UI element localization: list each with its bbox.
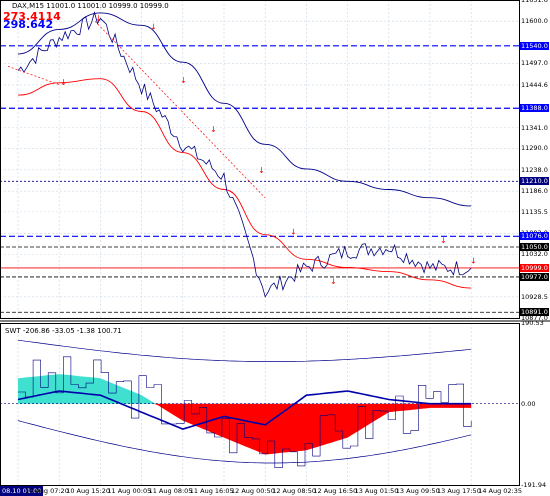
arrow-marker-2: ↓: [150, 22, 157, 31]
value-blue: 298.642: [3, 18, 54, 31]
indicator-axis-label: 190.53: [521, 319, 544, 327]
arrow-marker-7: ↓: [330, 277, 337, 286]
time-axis-label: 11 Aug 08:05: [148, 487, 193, 495]
price-axis-label: 11444.6: [521, 80, 548, 89]
price-axis-label: 11497.0: [521, 59, 548, 68]
time-axis-label: 12 Aug 08:50: [272, 487, 317, 495]
symbol-info: DAX,M15 11001.0 11001.0 10999.0 10999.0: [12, 2, 169, 10]
indicator-axis-label: 0.00: [521, 399, 536, 408]
price-axis-label: 11388.0: [520, 104, 549, 113]
price-axis-label: 11540.0: [520, 41, 549, 50]
indicator-label: SWT -206.86 -33.05 -1.38 100.71: [5, 327, 122, 335]
time-axis-label: 13 Aug 17:50: [437, 487, 481, 495]
price-axis-label: 11032.0: [521, 250, 548, 259]
price-axis-label: 10999.0: [520, 263, 549, 272]
arrow-marker-8: ↓: [440, 236, 447, 245]
price-axis-label: 11210.0: [520, 177, 549, 186]
time-axis-label: 11 Aug 16:05: [189, 487, 234, 495]
price-axis-label: 11135.5: [521, 207, 548, 216]
time-axis-label: 11 Aug 00:05: [107, 487, 152, 495]
price-axis-label: 10977.0: [520, 272, 549, 281]
price-axis-label: 11290.0: [521, 144, 548, 153]
arrow-marker-5: ↓: [258, 166, 265, 175]
arrow-marker-4: ↓: [210, 125, 217, 134]
price-axis-label: 11341.0: [521, 123, 548, 132]
arrow-marker-0: ↓: [60, 78, 67, 87]
arrow-marker-9: ↓: [470, 256, 477, 265]
price-axis-label: 11076.0: [520, 232, 549, 241]
price-axis-label: 11238.0: [521, 165, 548, 174]
price-axis-label: 11186.0: [521, 187, 548, 196]
price-axis-label: 10928.5: [521, 292, 548, 301]
arrow-marker-6: ↓: [290, 228, 297, 237]
time-axis-label: 14 Aug 02:35: [478, 487, 523, 495]
time-axis-label: 10 Aug 07:20: [25, 487, 69, 495]
time-axis-label: 13 Aug 09:50: [395, 487, 440, 495]
time-axis-label: 12 Aug 00:50: [231, 487, 275, 495]
indicator-axis-label: -191.94: [521, 481, 547, 489]
price-axis-label: 11600.0: [521, 17, 548, 26]
time-axis-label: 10 Aug 15:20: [66, 487, 111, 495]
chart-canvas[interactable]: ↓↓↓↓↓↓↓↓↓↓: [0, 0, 550, 496]
time-axis-label: 13 Aug 01:50: [354, 487, 399, 495]
arrow-marker-3: ↓: [180, 76, 187, 85]
time-axis-label: 12 Aug 16:50: [313, 487, 358, 495]
price-axis-label: 11651.6: [521, 0, 548, 4]
